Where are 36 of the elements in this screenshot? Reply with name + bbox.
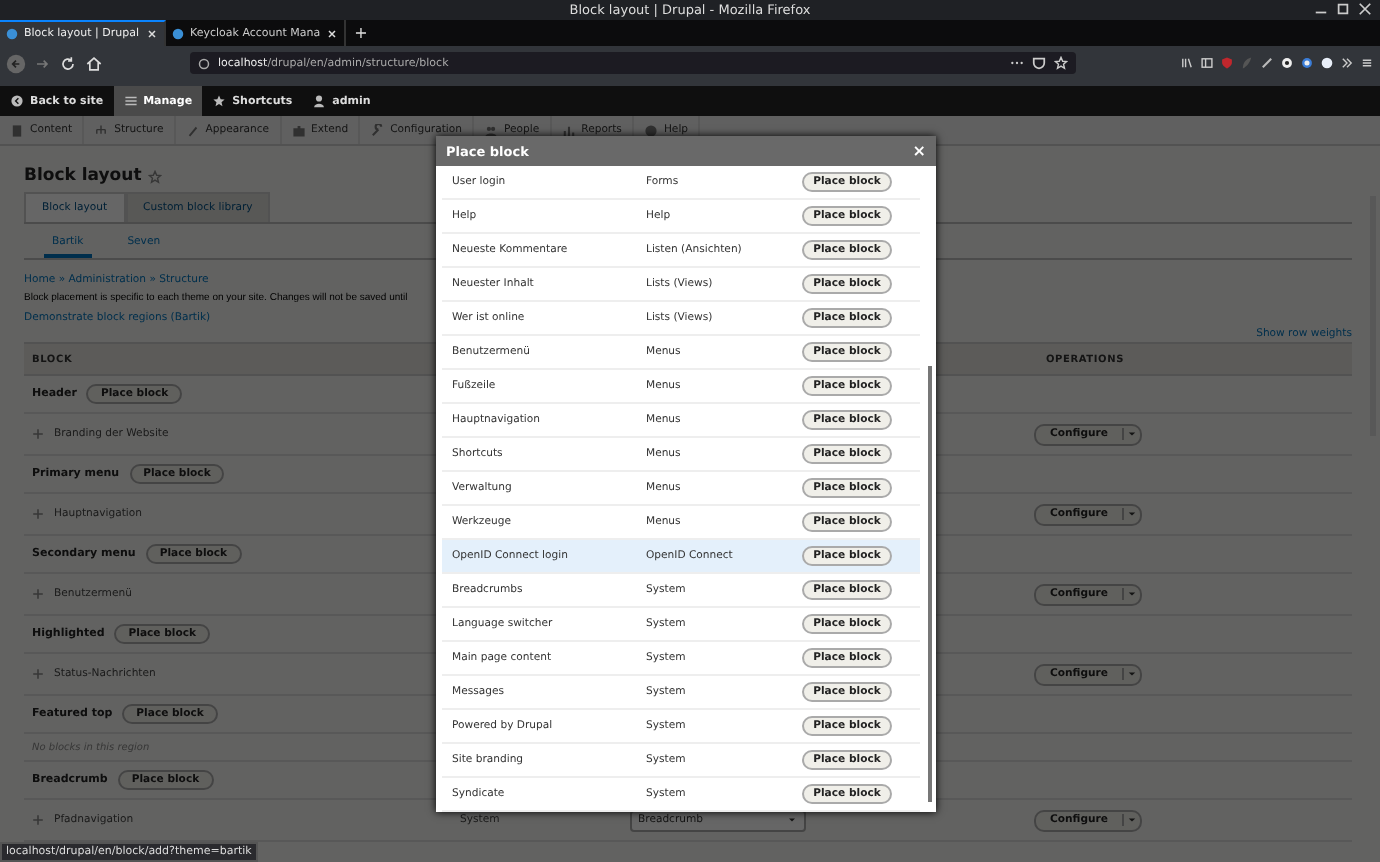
close-icon[interactable] — [326, 27, 339, 39]
close-icon[interactable] — [1358, 2, 1372, 16]
star-icon[interactable] — [1054, 56, 1068, 70]
close-icon[interactable] — [146, 28, 158, 40]
new-tab-button[interactable]: + — [346, 20, 376, 46]
scrollbar[interactable] — [928, 366, 932, 802]
back-icon — [10, 94, 24, 108]
library-icon[interactable] — [1180, 56, 1194, 70]
star-icon — [212, 94, 227, 108]
circle-icon[interactable] — [1280, 56, 1294, 70]
chevrons-icon[interactable] — [1340, 56, 1354, 70]
brush-icon — [185, 123, 200, 137]
star-icon[interactable] — [147, 169, 162, 183]
pen-icon[interactable] — [1260, 56, 1274, 70]
menu-icon[interactable] — [1360, 56, 1374, 70]
drag-handle-icon[interactable] — [32, 428, 44, 440]
drag-handle-icon[interactable] — [32, 668, 44, 680]
tree-icon — [94, 123, 109, 137]
back-icon[interactable] — [6, 53, 26, 73]
reload-icon[interactable] — [58, 53, 78, 73]
more-icon[interactable] — [1010, 56, 1024, 70]
drag-handle-icon[interactable] — [32, 814, 44, 826]
drag-handle-icon[interactable] — [32, 588, 44, 600]
close-button[interactable]: × — [912, 142, 926, 160]
user-icon — [312, 94, 327, 108]
drag-handle-icon[interactable] — [32, 508, 44, 520]
chart-icon — [561, 123, 576, 137]
sidebar-icon[interactable] — [1200, 56, 1214, 70]
circle-icon[interactable] — [1300, 56, 1314, 70]
page-title: Block layout — [24, 166, 142, 186]
info-icon[interactable] — [198, 57, 210, 69]
doc-icon — [10, 123, 24, 137]
maximize-icon[interactable] — [1336, 2, 1350, 16]
menu-icon — [123, 94, 138, 108]
home-icon[interactable] — [84, 53, 104, 73]
people-icon — [484, 123, 499, 137]
